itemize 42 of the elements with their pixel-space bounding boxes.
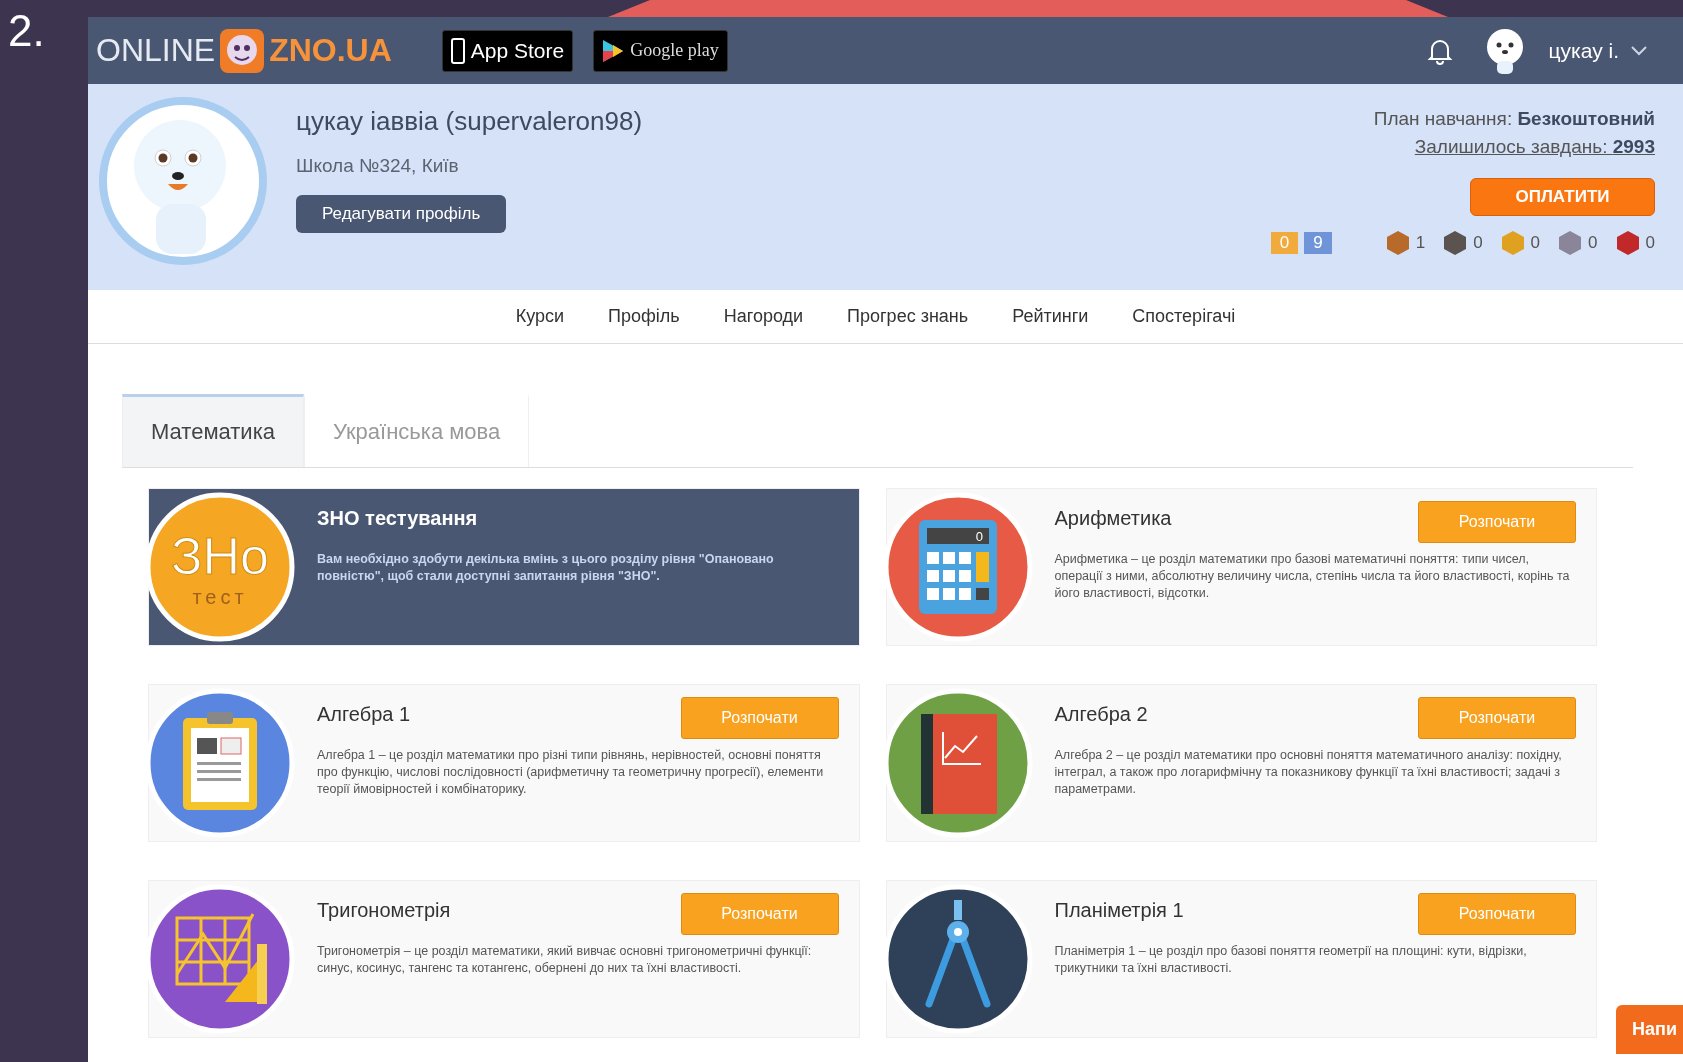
nav-link[interactable]: Курси bbox=[515, 306, 565, 327]
nav-link[interactable]: Нагороди bbox=[723, 306, 804, 327]
medal-count: 1 bbox=[1415, 233, 1426, 253]
subject-tab[interactable]: Математика bbox=[122, 394, 304, 467]
school-name: Школа №324, Київ bbox=[296, 155, 460, 177]
phone-icon bbox=[450, 37, 465, 64]
zno-test-badge: ЗНо тест bbox=[145, 492, 295, 642]
course-description: Тригонометрія – це розділ математики, який вивчає основні тригонометричні функції: синус, косинус, тангенс та котангенс, обернені до них та їхні властивості. bbox=[317, 943, 813, 977]
logo-text: ZNO.UA bbox=[269, 32, 392, 69]
course-title: Алгебра 2 bbox=[1054, 702, 1148, 726]
edit-profile-button[interactable]: Редагувати профіль bbox=[296, 195, 507, 233]
counter-badge: 0 bbox=[1270, 232, 1299, 254]
course-title: Алгебра 1 bbox=[317, 702, 411, 726]
plan-info: План навчання: Безкоштовний bbox=[1373, 108, 1655, 130]
nav-link[interactable]: Спостерігачі bbox=[1132, 306, 1236, 327]
app-store-button[interactable]: App Store bbox=[441, 29, 574, 72]
google-play-button[interactable]: Google play bbox=[593, 29, 728, 72]
remaining-tasks-link[interactable]: Залишилось завдань: 2993 bbox=[1414, 136, 1655, 158]
nav-link[interactable]: Прогрес знань bbox=[847, 306, 969, 327]
course-title: Арифметика bbox=[1054, 506, 1172, 530]
medal-count: 0 bbox=[1645, 233, 1655, 253]
course-title: ЗНО тестування bbox=[317, 506, 478, 530]
course-description: Алгебра 1 – це розділ математики про різні типи рівнянь, нерівностей, основні поняття про функцію, числові послідовності (арифметичну та геометричну прогресії), елементи теорії ймовірностей і комбінаторику. bbox=[317, 747, 825, 798]
medal-count: 0 bbox=[1588, 233, 1598, 253]
cartoon-head-icon bbox=[219, 27, 266, 74]
medal-count: 0 bbox=[1473, 233, 1483, 253]
logo-text: ONLINE bbox=[96, 32, 216, 69]
medal-count: 0 bbox=[1530, 233, 1541, 253]
nav-link[interactable]: Рейтинги bbox=[1012, 306, 1089, 327]
play-icon bbox=[602, 38, 625, 63]
nav-link[interactable]: Профіль bbox=[608, 306, 680, 327]
user-name: цукау іаввіа (supervaleron98) bbox=[296, 106, 643, 137]
chevron-down-icon bbox=[1631, 45, 1647, 56]
course-description: Планіметрія 1 – це розділ про базові поняття геометрії на площині: кути, відрізки, трикутники та їхні властивості. bbox=[1054, 943, 1528, 977]
course-title: Планіметрія 1 bbox=[1054, 898, 1184, 922]
course-description: Алгебра 2 – це розділ математики про основні поняття математичного аналізу: похідну, інтеграл, а також про логарифмічну та показникову функції та їхні властивості; задачі з параметрами. bbox=[1054, 747, 1563, 798]
course-description: Арифметика – це розділ математики про базові математичні поняття: типи чисел, операції з ними, абсолютну величину числа, степінь числа та його властивості, корінь та його властивості, відсотки. bbox=[1054, 551, 1571, 602]
counter-badge: 9 bbox=[1304, 232, 1332, 254]
course-description: Вам необхідно здобути декілька вмінь з цього розділу рівня "Опановано повністю", щоб стали доступні запитання рівня "ЗНО". bbox=[317, 551, 775, 585]
slide-number: 2. bbox=[8, 6, 45, 56]
user-menu[interactable]: цукау і. bbox=[1542, 37, 1653, 64]
course-title: Тригонометрія bbox=[317, 898, 451, 922]
